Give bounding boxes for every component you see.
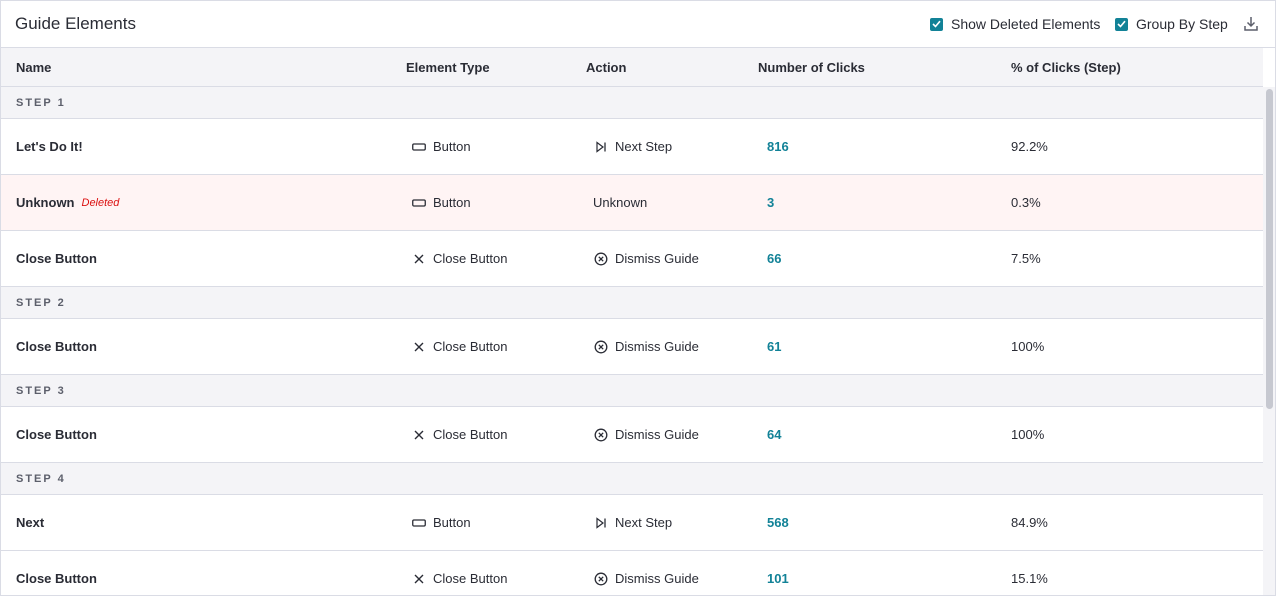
element-action: Unknown — [593, 195, 648, 210]
element-type: Close Button — [411, 339, 507, 354]
group-by-step-checkbox[interactable]: Group By Step — [1115, 16, 1228, 32]
panel-header: Guide Elements Show Deleted Elements Gro… — [1, 1, 1275, 48]
clicks-percent: 0.3% — [1011, 195, 1041, 210]
clicks-count-link[interactable]: 816 — [767, 139, 789, 154]
table-header: Name Element Type Action Number of Click… — [1, 48, 1263, 87]
column-header-name[interactable]: Name — [16, 60, 51, 75]
table-row: Next Button Next Step 568 84.9% — [1, 495, 1263, 551]
show-deleted-checkbox[interactable]: Show Deleted Elements — [930, 16, 1100, 32]
clicks-percent: 15.1% — [1011, 571, 1048, 586]
button-icon — [411, 140, 426, 154]
panel-title: Guide Elements — [15, 14, 136, 33]
step-label: STEP 4 — [16, 473, 66, 485]
element-action: Dismiss Guide — [593, 571, 699, 586]
clicks-percent: 100% — [1011, 427, 1045, 442]
column-header-action[interactable]: Action — [586, 60, 626, 75]
table-row: Let's Do It! Button Next Step 816 92.2% — [1, 119, 1263, 175]
step-group-header: STEP 3 — [1, 375, 1263, 407]
step-group-header: STEP 4 — [1, 463, 1263, 495]
table-row-deleted: Unknown Deleted Button Unknown 3 0.3% — [1, 175, 1263, 231]
element-name: Close Button — [16, 427, 97, 442]
element-action: Dismiss Guide — [593, 339, 699, 354]
clicks-count-link[interactable]: 101 — [767, 571, 789, 586]
element-name: Close Button — [16, 339, 97, 354]
dismiss-circle-icon — [593, 340, 608, 354]
dismiss-circle-icon — [593, 572, 608, 586]
guide-elements-panel: Guide Elements Show Deleted Elements Gro… — [0, 0, 1276, 596]
next-step-icon — [593, 516, 608, 530]
element-type: Button — [411, 139, 471, 154]
element-type: Close Button — [411, 427, 507, 442]
table-row: Close Button Close Button Dismiss Guide … — [1, 551, 1263, 595]
clicks-count-link[interactable]: 64 — [767, 427, 781, 442]
table-row: Close Button Close Button Dismiss Guide … — [1, 231, 1263, 287]
element-action: Dismiss Guide — [593, 251, 699, 266]
deleted-badge: Deleted — [81, 196, 120, 209]
column-header-number-of-clicks[interactable]: Number of Clicks — [758, 60, 865, 75]
element-name: Close Button — [16, 571, 97, 586]
dismiss-circle-icon — [593, 252, 608, 266]
close-icon — [411, 572, 426, 586]
clicks-count-link[interactable]: 66 — [767, 251, 781, 266]
next-step-icon — [593, 140, 608, 154]
clicks-percent: 7.5% — [1011, 251, 1041, 266]
button-icon — [411, 196, 426, 210]
close-icon — [411, 428, 426, 442]
step-label: STEP 3 — [16, 385, 66, 397]
vertical-scrollbar[interactable] — [1263, 87, 1275, 595]
group-by-step-label: Group By Step — [1136, 16, 1228, 32]
element-name: Unknown Deleted — [16, 195, 120, 210]
element-name: Next — [16, 515, 45, 530]
clicks-count-link[interactable]: 3 — [767, 195, 774, 210]
close-icon — [411, 252, 426, 266]
clicks-count-link[interactable]: 568 — [767, 515, 789, 530]
step-group-header: STEP 1 — [1, 87, 1263, 119]
step-label: STEP 2 — [16, 297, 66, 309]
scrollbar-thumb[interactable] — [1266, 89, 1273, 409]
checkbox-checked-icon — [930, 17, 943, 31]
element-type: Button — [411, 515, 471, 530]
column-header-percent-of-clicks[interactable]: % of Clicks (Step) — [1011, 60, 1121, 75]
close-icon — [411, 340, 426, 354]
step-label: STEP 1 — [16, 97, 66, 109]
table-body: STEP 1 Let's Do It! Button Next Step 816… — [1, 87, 1263, 595]
clicks-percent: 92.2% — [1011, 139, 1048, 154]
clicks-count-link[interactable]: 61 — [767, 339, 781, 354]
table-row: Close Button Close Button Dismiss Guide … — [1, 319, 1263, 375]
download-icon[interactable] — [1242, 15, 1260, 33]
checkbox-checked-icon — [1115, 17, 1128, 31]
element-action: Next Step — [593, 515, 672, 530]
dismiss-circle-icon — [593, 428, 608, 442]
table-row: Close Button Close Button Dismiss Guide … — [1, 407, 1263, 463]
element-action: Dismiss Guide — [593, 427, 699, 442]
clicks-percent: 100% — [1011, 339, 1045, 354]
element-type: Button — [411, 195, 471, 210]
element-action: Next Step — [593, 139, 672, 154]
column-header-element-type[interactable]: Element Type — [406, 60, 490, 75]
element-name: Let's Do It! — [16, 139, 83, 154]
element-name: Close Button — [16, 251, 97, 266]
show-deleted-label: Show Deleted Elements — [951, 16, 1101, 32]
element-type: Close Button — [411, 251, 507, 266]
step-group-header: STEP 2 — [1, 287, 1263, 319]
element-type: Close Button — [411, 571, 507, 586]
clicks-percent: 84.9% — [1011, 515, 1048, 530]
button-icon — [411, 516, 426, 530]
